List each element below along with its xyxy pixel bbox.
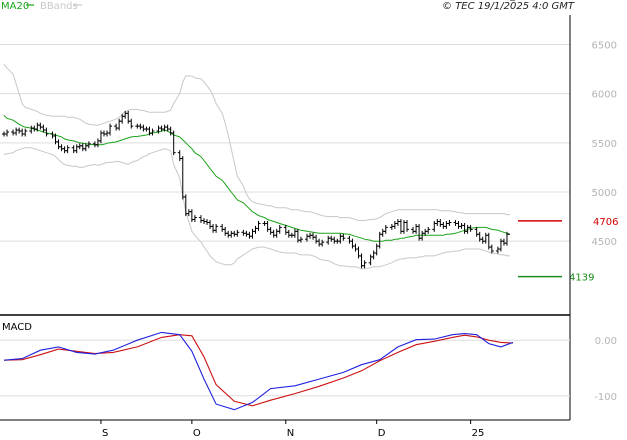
x-tick-label: D [378, 428, 386, 439]
legend: MA20 BBands [1, 1, 82, 12]
price-tick-label: 6500 [592, 41, 617, 52]
x-tick-label: S [102, 428, 108, 439]
x-tick-label: 25 [472, 428, 485, 439]
reference-label: 4706 [593, 217, 618, 228]
macd-tick-label: -100 [594, 392, 617, 403]
stock-chart: MA20 BBands © TEC 19/1/2025 4:0 GMT 4706… [0, 0, 627, 440]
price-tick-label: 4500 [592, 237, 617, 248]
x-tick-label: N [287, 428, 294, 439]
price-tick-label: 5500 [592, 139, 617, 150]
copyright-text: © TEC 19/1/2025 4:0 GMT [442, 1, 575, 12]
price-tick-label: 5000 [592, 188, 617, 199]
ma20-legend-label: MA20 [1, 1, 29, 12]
macd-title: MACD [2, 322, 32, 333]
x-tick-label: O [193, 428, 201, 439]
reference-label: 4139 [569, 273, 594, 284]
bbands-legend-label: BBands [40, 1, 78, 12]
macd-tick-label: 0.00 [595, 336, 617, 347]
price-tick-label: 6000 [592, 90, 617, 101]
